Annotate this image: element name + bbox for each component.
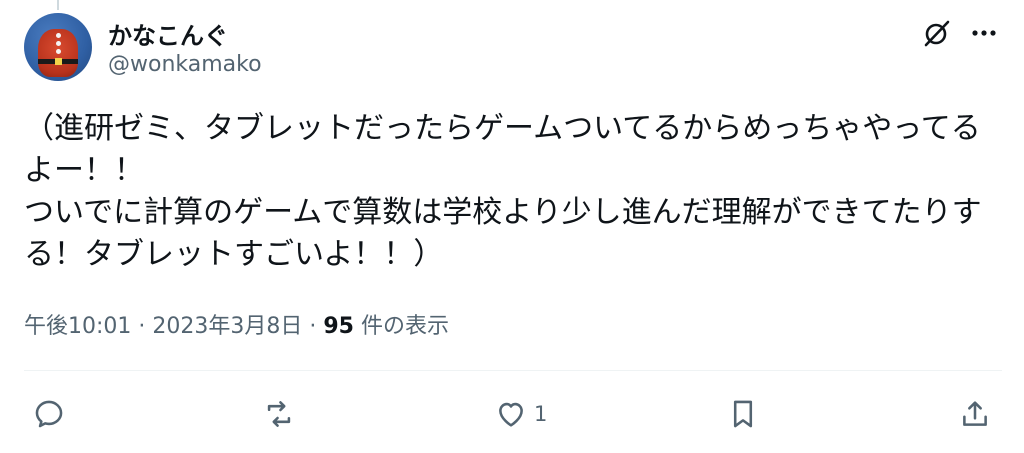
- bookmark-button[interactable]: [726, 396, 760, 432]
- repost-icon: [267, 401, 291, 427]
- user-handle[interactable]: @wonkamako: [108, 52, 262, 77]
- view-label: 件の表示: [353, 314, 449, 339]
- like-icon: [499, 402, 523, 427]
- share-icon: [963, 401, 987, 426]
- avatar-detail: [56, 41, 61, 46]
- more-icon[interactable]: [968, 18, 1000, 48]
- tweet-time[interactable]: 午後10:01: [24, 314, 131, 339]
- avatar-detail: [55, 58, 62, 65]
- avatar-detail: [56, 33, 61, 38]
- grok-icon[interactable]: [922, 18, 952, 48]
- tweet-meta: 午後10:01 · 2023年3月8日 · 95 件の表示: [24, 308, 449, 340]
- avatar-detail: [56, 49, 61, 54]
- like-button[interactable]: 1: [494, 396, 547, 432]
- thread-connector-line: [57, 0, 59, 10]
- reply-button[interactable]: [32, 396, 66, 432]
- display-name[interactable]: かなこんぐ: [108, 16, 228, 51]
- bookmark-icon: [733, 400, 753, 428]
- reply-icon: [35, 400, 63, 428]
- view-count: 95: [323, 314, 354, 339]
- avatar[interactable]: [24, 13, 92, 81]
- meta-separator: ·: [131, 314, 153, 339]
- divider: [24, 370, 1002, 371]
- share-button[interactable]: [958, 396, 992, 432]
- tweet-text: （進研ゼミ、タブレットだったらゲームついてるからめっちゃやってるよー！！ ついで…: [24, 111, 982, 272]
- meta-separator: ·: [302, 314, 324, 339]
- tweet-date[interactable]: 2023年3月8日: [152, 314, 302, 339]
- repost-button[interactable]: [262, 396, 296, 432]
- like-count: 1: [534, 402, 548, 426]
